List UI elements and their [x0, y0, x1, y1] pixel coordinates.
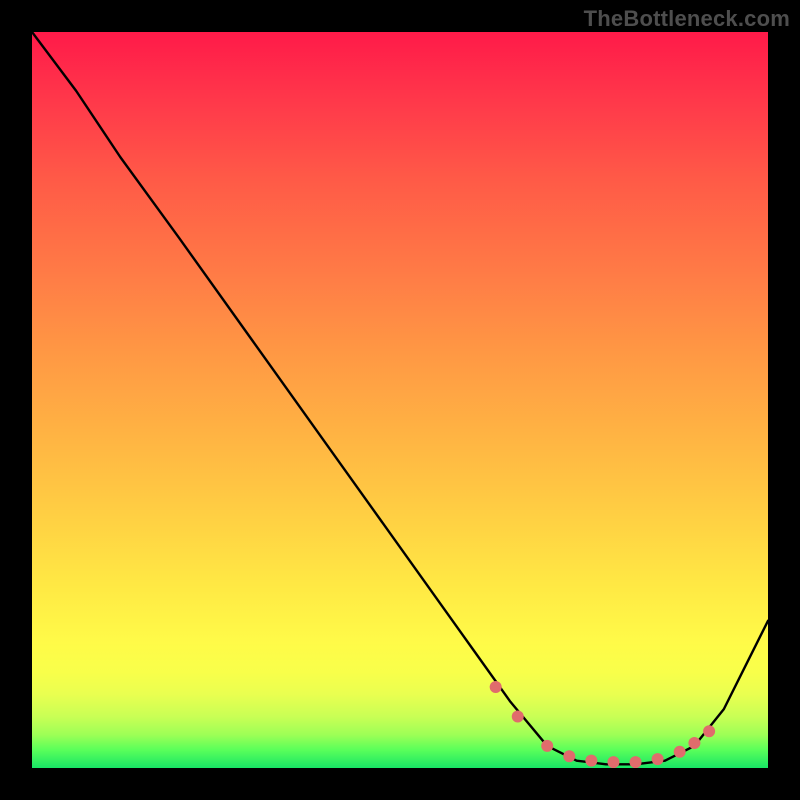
valley-dot [490, 681, 502, 693]
valley-dot [688, 737, 700, 749]
valley-dot [585, 755, 597, 767]
valley-dot [563, 750, 575, 762]
valley-dot [674, 746, 686, 758]
valley-dot [630, 756, 642, 768]
valley-dot [652, 753, 664, 765]
chart-frame: TheBottleneck.com [0, 0, 800, 800]
plot-area [32, 32, 768, 768]
curve-line [32, 32, 768, 764]
valley-dot [607, 756, 619, 768]
chart-svg [32, 32, 768, 768]
valley-dot [512, 710, 524, 722]
valley-dot [541, 740, 553, 752]
watermark-text: TheBottleneck.com [584, 6, 790, 32]
valley-dot [703, 725, 715, 737]
